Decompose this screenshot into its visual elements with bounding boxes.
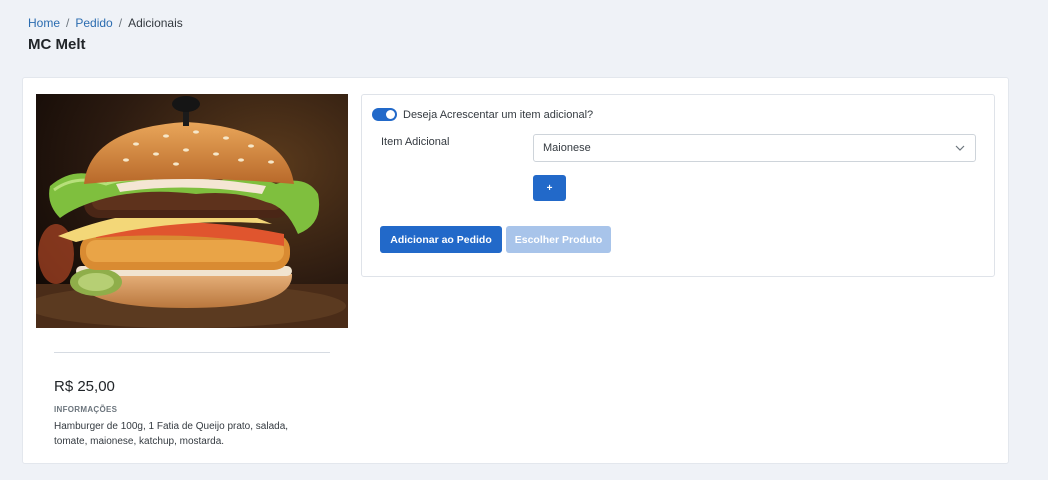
choose-product-button[interactable]: Escolher Produto	[506, 226, 611, 253]
item-adicional-label: Item Adicional	[381, 136, 450, 148]
add-item-button[interactable]: +	[533, 175, 566, 201]
info-label: INFORMAÇÕES	[54, 405, 118, 414]
item-adicional-select[interactable]: Maionese	[533, 134, 976, 162]
product-description: Hamburger de 100g, 1 Fatia de Queijo pra…	[54, 421, 289, 447]
chevron-down-icon	[955, 145, 965, 151]
breadcrumb-separator: /	[66, 16, 70, 30]
breadcrumb: Home / Pedido / Adicionais	[28, 16, 183, 30]
toggle-knob	[386, 110, 395, 119]
addon-toggle-switch[interactable]	[372, 108, 397, 121]
product-price: R$ 25,00	[54, 378, 115, 395]
product-image	[36, 94, 348, 328]
burger-illustration	[36, 94, 348, 328]
breadcrumb-pedido-link[interactable]: Pedido	[75, 16, 112, 30]
addon-panel: Deseja Acrescentar um item adicional? It…	[361, 94, 995, 277]
divider	[54, 352, 330, 353]
breadcrumb-separator: /	[118, 16, 123, 30]
addon-toggle-row: Deseja Acrescentar um item adicional?	[372, 108, 593, 121]
add-to-order-button[interactable]: Adicionar ao Pedido	[380, 226, 502, 253]
breadcrumb-home-link[interactable]: Home	[28, 16, 60, 30]
addon-toggle-label: Deseja Acrescentar um item adicional?	[403, 108, 594, 121]
product-card: R$ 25,00 INFORMAÇÕES Hamburger de 100g, …	[22, 77, 1009, 464]
breadcrumb-current: Adicionais	[128, 16, 183, 30]
page-title: MC Melt	[28, 36, 86, 53]
select-value: Maionese	[543, 142, 591, 154]
